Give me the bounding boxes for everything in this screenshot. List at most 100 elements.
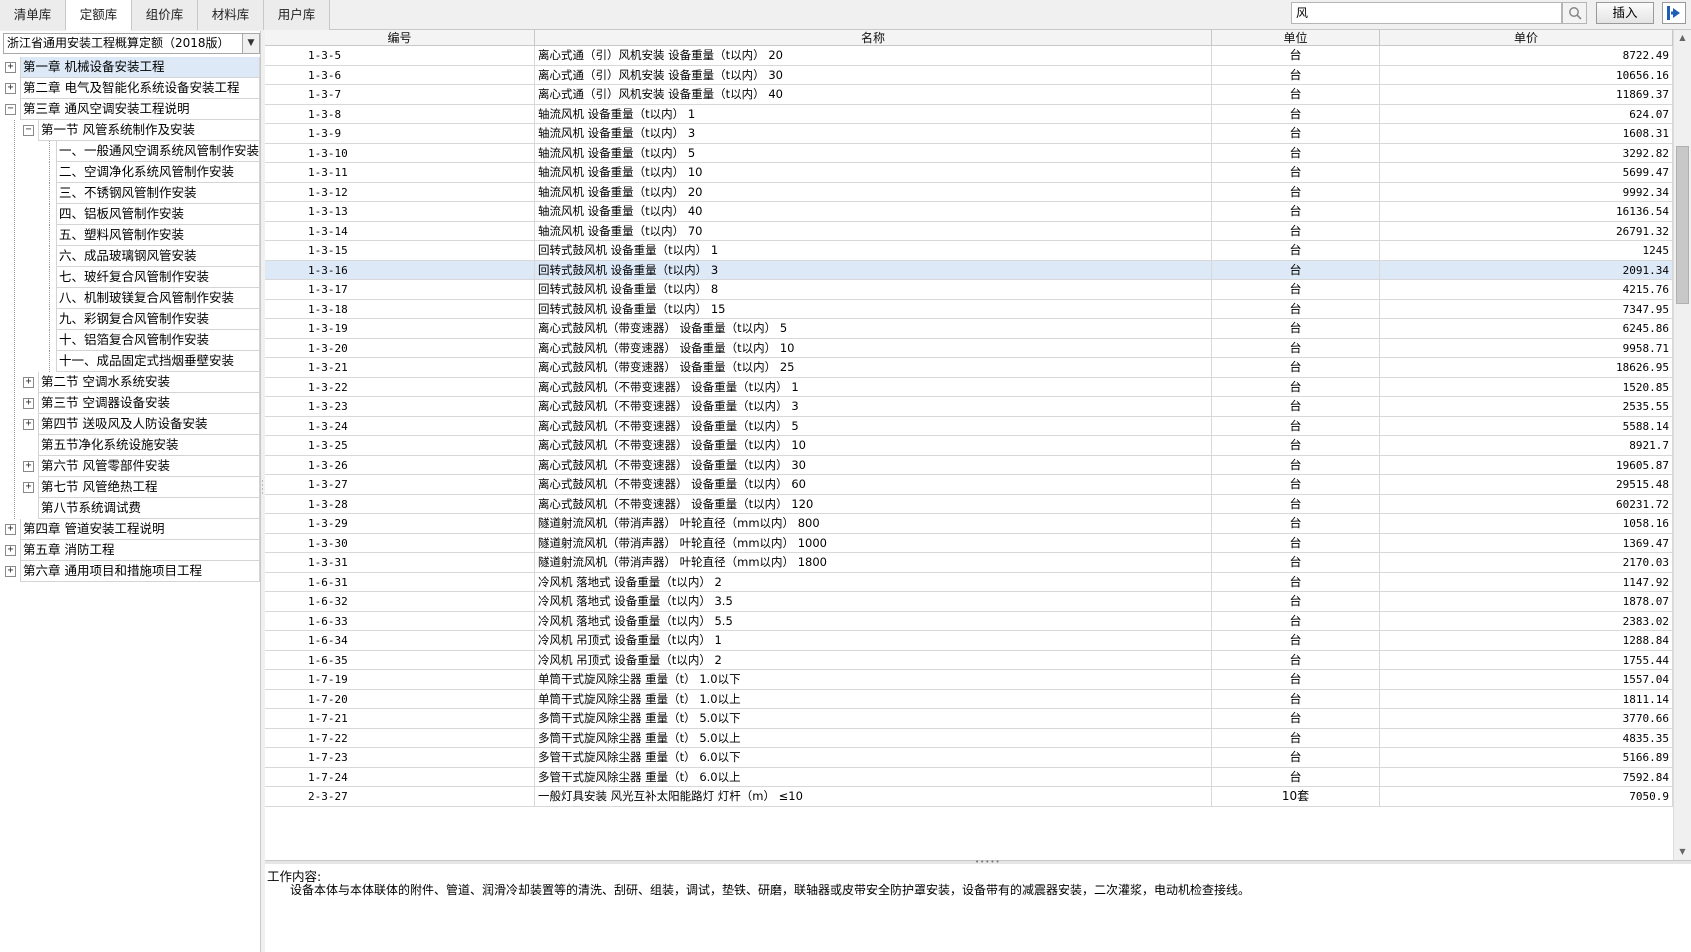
tree-node[interactable]: 第六节 风管零部件安装	[38, 456, 260, 477]
tree-node[interactable]: 第五节净化系统设施安装	[38, 435, 260, 456]
scroll-down-icon[interactable]: ▼	[1674, 844, 1691, 860]
grid-vertical-scrollbar[interactable]: ▲ ▼	[1673, 30, 1691, 860]
expand-icon[interactable]: +	[5, 83, 16, 94]
expand-icon[interactable]: +	[5, 566, 16, 577]
expand-icon[interactable]: +	[23, 461, 34, 472]
tab-4[interactable]: 材料库	[198, 0, 264, 30]
table-row[interactable]: 1-3-15 回转式鼓风机 设备重量（t以内） 1 台 1245	[265, 241, 1673, 261]
table-row[interactable]: 1-3-26 离心式鼓风机（不带变速器） 设备重量（t以内） 30 台 19605.8…	[265, 455, 1673, 475]
expand-icon[interactable]: +	[23, 482, 34, 493]
table-row[interactable]: 1-7-19 单筒干式旋风除尘器 重量（t） 1.0以下台 1557.04	[265, 670, 1673, 690]
tree-node[interactable]: 二、空调净化系统风管制作安装	[56, 162, 260, 183]
column-header[interactable]: 单价	[1380, 30, 1673, 46]
table-row[interactable]: 1-3-6 离心式通（引）风机安装 设备重量（t以内） 30 台 10656.16	[265, 65, 1673, 85]
scroll-up-icon[interactable]: ▲	[1674, 30, 1691, 46]
tree-node[interactable]: 第五章 消防工程	[20, 540, 260, 561]
column-header[interactable]: 名称	[535, 30, 1212, 46]
table-row[interactable]: 1-6-34 冷风机 吊顶式 设备重量（t以内） 1 台 1288.84	[265, 631, 1673, 651]
table-row[interactable]: 1-7-22 多筒干式旋风除尘器 重量（t） 5.0以上台 4835.35	[265, 728, 1673, 748]
code-cell: 1-3-19	[305, 319, 535, 338]
scroll-thumb[interactable]	[1676, 146, 1689, 304]
tree-node[interactable]: 五、塑料风管制作安装	[56, 225, 260, 246]
table-row[interactable]: 1-3-22 离心式鼓风机（不带变速器） 设备重量（t以内） 1 台 1520.85	[265, 377, 1673, 397]
tree-node[interactable]: 一、一般通风空调系统风管制作安装	[56, 141, 260, 162]
table-row[interactable]: 1-3-16 回转式鼓风机 设备重量（t以内） 3 台 2091.34	[265, 260, 1673, 280]
tree-node[interactable]: 第二节 空调水系统安装	[38, 372, 260, 393]
dropdown-arrow-icon[interactable]: ▼	[242, 34, 259, 53]
tab-2[interactable]: 定额库	[66, 0, 132, 31]
tree-node[interactable]: 第一章 机械设备安装工程	[20, 57, 260, 78]
table-row[interactable]: 1-3-13 轴流风机 设备重量（t以内） 40 台 16136.54	[265, 202, 1673, 222]
expand-icon[interactable]: +	[23, 398, 34, 409]
column-header[interactable]: 编号	[265, 30, 535, 46]
expand-icon[interactable]: +	[5, 545, 16, 556]
table-row[interactable]: 1-6-35 冷风机 吊顶式 设备重量（t以内） 2 台 1755.44	[265, 650, 1673, 670]
table-row[interactable]: 1-6-32 冷风机 落地式 设备重量（t以内） 3.5 台 1878.07	[265, 592, 1673, 612]
expand-icon[interactable]: +	[23, 419, 34, 430]
collapse-icon[interactable]: −	[5, 104, 16, 115]
pin-button[interactable]	[1662, 2, 1686, 24]
tab-1[interactable]: 清单库	[0, 0, 66, 30]
table-row[interactable]: 1-3-27 离心式鼓风机（不带变速器） 设备重量（t以内） 60 台 29515.4…	[265, 475, 1673, 495]
tree-node[interactable]: 十、铝箔复合风管制作安装	[56, 330, 260, 351]
table-row[interactable]: 1-3-28 离心式鼓风机（不带变速器） 设备重量（t以内） 120 台 60231.…	[265, 494, 1673, 514]
insert-button[interactable]: 插入	[1596, 2, 1654, 24]
expand-icon[interactable]: +	[5, 62, 16, 73]
tree-node[interactable]: 第六章 通用项目和措施项目工程	[20, 561, 260, 582]
table-row[interactable]: 1-3-11 轴流风机 设备重量（t以内） 10 台 5699.47	[265, 163, 1673, 183]
table-row[interactable]: 1-3-20 离心式鼓风机（带变速器） 设备重量（t以内） 10 台 9958.71	[265, 338, 1673, 358]
table-row[interactable]: 1-3-24 离心式鼓风机（不带变速器） 设备重量（t以内） 5 台 5588.14	[265, 416, 1673, 436]
table-row[interactable]: 1-3-19 离心式鼓风机（带变速器） 设备重量（t以内） 5 台 6245.86	[265, 319, 1673, 339]
collapse-icon[interactable]: −	[23, 125, 34, 136]
tree-node[interactable]: 第四章 管道安装工程说明	[20, 519, 260, 540]
quota-library-select[interactable]: 浙江省通用安装工程概算定额（2018版） ▼	[3, 33, 260, 54]
expand-icon[interactable]: +	[23, 377, 34, 388]
table-row[interactable]: 2-3-27 一般灯具安装 风光互补太阳能路灯 灯杆（m） ≤10 10套 7050.…	[265, 787, 1673, 807]
tab-3[interactable]: 组价库	[132, 0, 198, 30]
tree-node[interactable]: 第三节 空调器设备安装	[38, 393, 260, 414]
expand-icon[interactable]: +	[5, 524, 16, 535]
table-row[interactable]: 1-3-8 轴流风机 设备重量（t以内） 1 台 624.07	[265, 104, 1673, 124]
tree-node[interactable]: 九、彩钢复合风管制作安装	[56, 309, 260, 330]
price-cell: 6245.86	[1380, 319, 1673, 338]
table-row[interactable]: 1-3-5 离心式通（引）风机安装 设备重量（t以内） 20 台 8722.49	[265, 46, 1673, 66]
table-row[interactable]: 1-6-33 冷风机 落地式 设备重量（t以内） 5.5 台 2383.02	[265, 611, 1673, 631]
table-row[interactable]: 1-3-9 轴流风机 设备重量（t以内） 3 台 1608.31	[265, 124, 1673, 144]
search-input[interactable]: 风	[1291, 2, 1562, 24]
table-row[interactable]: 1-3-31 隧道射流风机（带消声器） 叶轮直径（mm以内） 1800 台 2170.…	[265, 553, 1673, 573]
tree-node[interactable]: 三、不锈钢风管制作安装	[56, 183, 260, 204]
tree-node[interactable]: 六、成品玻璃钢风管安装	[56, 246, 260, 267]
code-cell: 1-3-6	[305, 65, 535, 85]
table-row[interactable]: 1-7-24 多管干式旋风除尘器 重量（t） 6.0以上台 7592.84	[265, 767, 1673, 787]
column-header[interactable]: 单位	[1212, 30, 1380, 46]
table-row[interactable]: 1-3-14 轴流风机 设备重量（t以内） 70 台 26791.32	[265, 221, 1673, 241]
tree-node[interactable]: 四、铝板风管制作安装	[56, 204, 260, 225]
search-button[interactable]	[1562, 2, 1587, 24]
table-row[interactable]: 1-3-10 轴流风机 设备重量（t以内） 5 台 3292.82	[265, 143, 1673, 163]
table-row[interactable]: 1-7-20 单筒干式旋风除尘器 重量（t） 1.0以上台 1811.14	[265, 689, 1673, 709]
tree-node[interactable]: 七、玻纤复合风管制作安装	[56, 267, 260, 288]
table-row[interactable]: 1-3-7 离心式通（引）风机安装 设备重量（t以内） 40 台 11869.37	[265, 85, 1673, 105]
table-row[interactable]: 1-3-29 隧道射流风机（带消声器） 叶轮直径（mm以内） 800 台 1058.1…	[265, 514, 1673, 534]
table-row[interactable]: 1-6-31 冷风机 落地式 设备重量（t以内） 2 台 1147.92	[265, 572, 1673, 592]
table-row[interactable]: 1-3-25 离心式鼓风机（不带变速器） 设备重量（t以内） 10 台 8921.7	[265, 436, 1673, 456]
table-row[interactable]: 1-7-23 多管干式旋风除尘器 重量（t） 6.0以下台 5166.89	[265, 748, 1673, 768]
table-row[interactable]: 1-3-23 离心式鼓风机（不带变速器） 设备重量（t以内） 3 台 2535.55	[265, 397, 1673, 417]
table-row[interactable]: 1-3-30 隧道射流风机（带消声器） 叶轮直径（mm以内） 1000 台 1369.…	[265, 533, 1673, 553]
table-row[interactable]: 1-3-21 离心式鼓风机（带变速器） 设备重量（t以内） 25 台 18626.95	[265, 358, 1673, 378]
table-row[interactable]: 1-7-21 多筒干式旋风除尘器 重量（t） 5.0以下台 3770.66	[265, 709, 1673, 729]
tree-node[interactable]: 第八节系统调试费	[38, 498, 260, 519]
tab-5[interactable]: 用户库	[264, 0, 330, 30]
tree-node[interactable]: 第三章 通风空调安装工程说明	[20, 99, 260, 120]
tree-node[interactable]: 第七节 风管绝热工程	[38, 477, 260, 498]
table-row[interactable]: 1-3-18 回转式鼓风机 设备重量（t以内） 15 台 7347.95	[265, 299, 1673, 319]
tree-node[interactable]: 第二章 电气及智能化系统设备安装工程	[20, 78, 260, 99]
name-cell: 多筒干式旋风除尘器 重量（t） 5.0以上	[535, 728, 1212, 748]
tree-guide-line	[49, 162, 50, 183]
tree-node[interactable]: 八、机制玻镁复合风管制作安装	[56, 288, 260, 309]
table-row[interactable]: 1-3-12 轴流风机 设备重量（t以内） 20 台 9992.34	[265, 182, 1673, 202]
tree-node[interactable]: 十一、成品固定式挡烟垂壁安装	[56, 351, 260, 372]
tree-node[interactable]: 第四节 送吸风及人防设备安装	[38, 414, 260, 435]
table-row[interactable]: 1-3-17 回转式鼓风机 设备重量（t以内） 8 台 4215.76	[265, 280, 1673, 300]
tree-node[interactable]: 第一节 风管系统制作及安装	[38, 120, 260, 141]
